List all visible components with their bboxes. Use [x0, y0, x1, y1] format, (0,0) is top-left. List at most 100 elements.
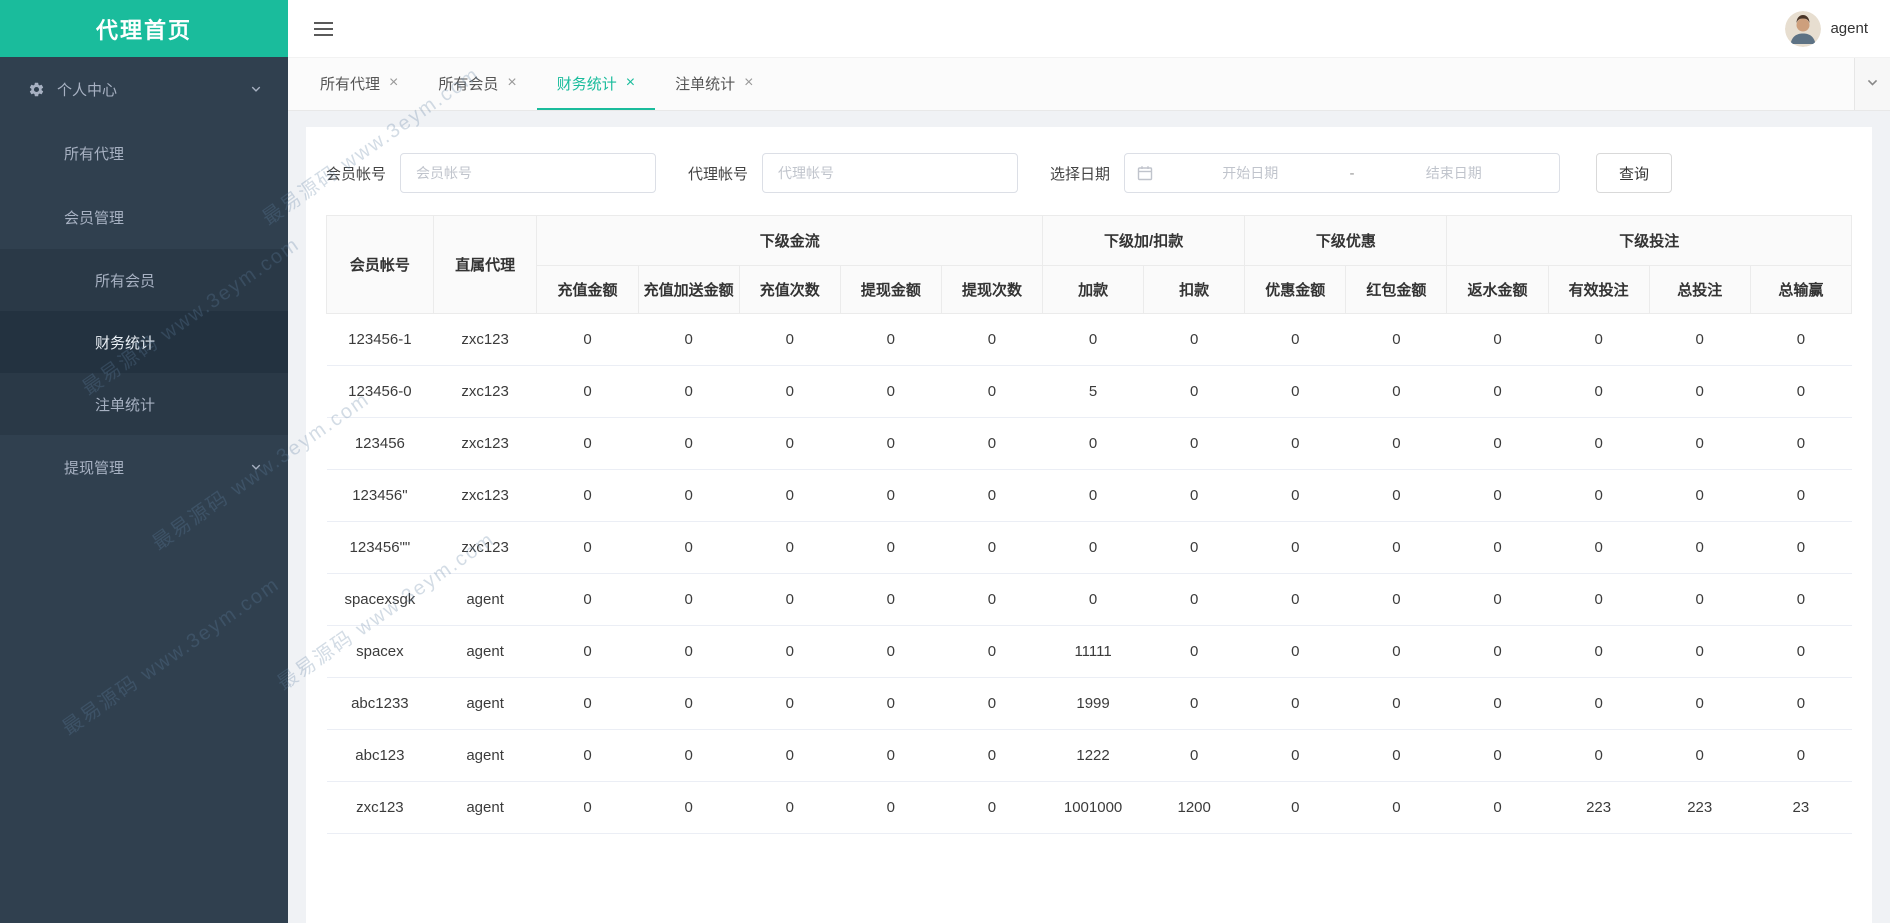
start-date-input[interactable] [1157, 165, 1344, 181]
value-cell: 0 [536, 417, 639, 470]
column-group-header: 下级优惠 [1244, 215, 1448, 266]
value-cell: 0 [1548, 677, 1650, 730]
value-cell: 0 [1750, 365, 1852, 418]
value-cell: 1999 [1042, 677, 1144, 730]
direct-agent-cell: agent [433, 625, 537, 678]
value-cell: 0 [1345, 625, 1447, 678]
tab-label: 注单统计 [675, 75, 736, 93]
member-account-cell: 123456-1 [326, 313, 434, 366]
column-header: 会员帐号 [326, 215, 434, 314]
tab-all-agents[interactable]: 所有代理 × [300, 58, 418, 110]
column-header: 总输赢 [1749, 265, 1853, 314]
date-range-picker[interactable]: - [1124, 153, 1561, 193]
column-group-header: 下级金流 [536, 215, 1044, 266]
value-cell: 0 [840, 625, 942, 678]
value-cell: 0 [1143, 365, 1245, 418]
direct-agent-cell: zxc123 [433, 365, 537, 418]
value-cell: 0 [536, 313, 639, 366]
direct-agent-cell: agent [433, 677, 537, 730]
value-cell: 0 [638, 729, 740, 782]
tab-label: 所有会员 [438, 75, 499, 93]
value-cell: 0 [739, 469, 841, 522]
value-cell: 0 [1750, 677, 1852, 730]
sidebar-item-withdrawal-management[interactable]: 提现管理 [0, 435, 288, 499]
column-header: 充值金额 [536, 265, 639, 314]
username: agent [1830, 20, 1868, 37]
tabs-overflow-button[interactable] [1854, 58, 1890, 110]
value-cell: 0 [1244, 313, 1346, 366]
value-cell: 0 [739, 677, 841, 730]
value-cell: 0 [941, 313, 1043, 366]
agent-account-label: 代理帐号 [688, 165, 749, 183]
value-cell: 0 [1446, 573, 1549, 626]
sidebar-item-label: 个人中心 [57, 81, 118, 99]
chevron-down-icon [250, 83, 262, 95]
value-cell: 0 [638, 313, 740, 366]
value-cell: 0 [1345, 521, 1447, 574]
member-account-input[interactable] [400, 153, 657, 193]
tab-bet-stats[interactable]: 注单统计 × [655, 58, 773, 110]
column-header: 加款 [1042, 265, 1145, 314]
table-row: abc123 agent 0 0 0 0 0 1222 0 0 0 0 0 0 0 [326, 729, 1852, 782]
tab-all-members[interactable]: 所有会员 × [418, 58, 536, 110]
column-header: 返水金额 [1446, 265, 1549, 314]
value-cell: 0 [1244, 573, 1346, 626]
direct-agent-cell: zxc123 [433, 313, 537, 366]
tab-close-icon[interactable]: × [507, 75, 516, 91]
value-cell: 0 [1345, 677, 1447, 730]
table-row: spacex agent 0 0 0 0 0 11111 0 0 0 0 0 0 0 [326, 625, 1852, 678]
tab-finance-stats[interactable]: 财务统计 × [536, 58, 656, 110]
tab-close-icon[interactable]: × [389, 75, 398, 91]
table-row: 123456"" zxc123 0 0 0 0 0 0 0 0 0 0 0 0 0 [326, 521, 1852, 574]
value-cell: 0 [1446, 313, 1549, 366]
gear-icon [28, 81, 45, 98]
table-row: 123456 zxc123 0 0 0 0 0 0 0 0 0 0 0 0 0 [326, 417, 1852, 470]
content: 会员帐号 代理帐号 选择日期 [288, 111, 1890, 923]
value-cell: 5 [1042, 365, 1144, 418]
sidebar-item-bet-stats[interactable]: 注单统计 [0, 373, 288, 435]
value-cell: 0 [1446, 729, 1549, 782]
value-cell: 0 [638, 469, 740, 522]
value-cell: 0 [840, 729, 942, 782]
member-account-cell: 123456"" [326, 521, 434, 574]
tabbar: 所有代理 × 所有会员 × 财务统计 × 注单统计 × [288, 57, 1890, 111]
tab-label: 财务统计 [556, 75, 617, 93]
sidebar-item-member-management[interactable]: 会员管理 [0, 185, 288, 249]
value-cell: 0 [1446, 365, 1549, 418]
tab-close-icon[interactable]: × [744, 75, 753, 91]
member-account-cell: 123456" [326, 469, 434, 522]
app-title: 代理首页 [0, 0, 288, 57]
user-menu[interactable]: agent [1785, 10, 1868, 47]
direct-agent-cell: zxc123 [433, 469, 537, 522]
value-cell: 0 [1143, 521, 1245, 574]
sidebar-item-all-agents[interactable]: 所有代理 [0, 121, 288, 185]
end-date-input[interactable] [1360, 165, 1548, 181]
tab-close-icon[interactable]: × [626, 75, 635, 91]
sidebar-item-label: 注单统计 [95, 396, 156, 414]
finance-stats-table: 会员帐号 直属代理 下级金流 下级加/扣款 下级优惠 下级投注 充值金额 充值加送金额 充值次数… [326, 215, 1853, 834]
value-cell: 0 [941, 521, 1043, 574]
value-cell: 0 [1244, 417, 1346, 470]
column-header: 提现金额 [839, 265, 942, 314]
table-row: zxc123 agent 0 0 0 0 0 1001000 1200 0 0 0 223 223 23 [326, 781, 1852, 834]
value-cell: 0 [1446, 625, 1549, 678]
query-button[interactable]: 查询 [1596, 153, 1673, 193]
sidebar-item-finance-stats[interactable]: 财务统计 [0, 311, 288, 373]
app-window: 代理首页 个人中心 所有代理 会员管理 所有会员 财务统计 注单统计 提现管理 agent … [0, 0, 1890, 923]
sidebar-item-all-members[interactable]: 所有会员 [0, 249, 288, 311]
sidebar-menu: 个人中心所有代理 会员管理 所有会员 财务统计注单统计提现管理 [0, 57, 288, 499]
tabs: 所有代理 × 所有会员 × 财务统计 × 注单统计 × [288, 58, 773, 110]
value-cell: 0 [1750, 417, 1852, 470]
value-cell: 0 [739, 573, 841, 626]
value-cell: 0 [739, 365, 841, 418]
sidebar-item-personal-center[interactable]: 个人中心 [0, 57, 288, 121]
value-cell: 0 [1750, 573, 1852, 626]
column-group-header: 下级加/扣款 [1042, 215, 1246, 266]
value-cell: 0 [1042, 573, 1144, 626]
value-cell: 0 [1143, 417, 1245, 470]
value-cell: 0 [1649, 469, 1751, 522]
value-cell: 0 [1649, 625, 1751, 678]
agent-account-input[interactable] [762, 153, 1019, 193]
value-cell: 0 [1446, 469, 1549, 522]
hamburger-menu-icon[interactable] [310, 12, 337, 46]
